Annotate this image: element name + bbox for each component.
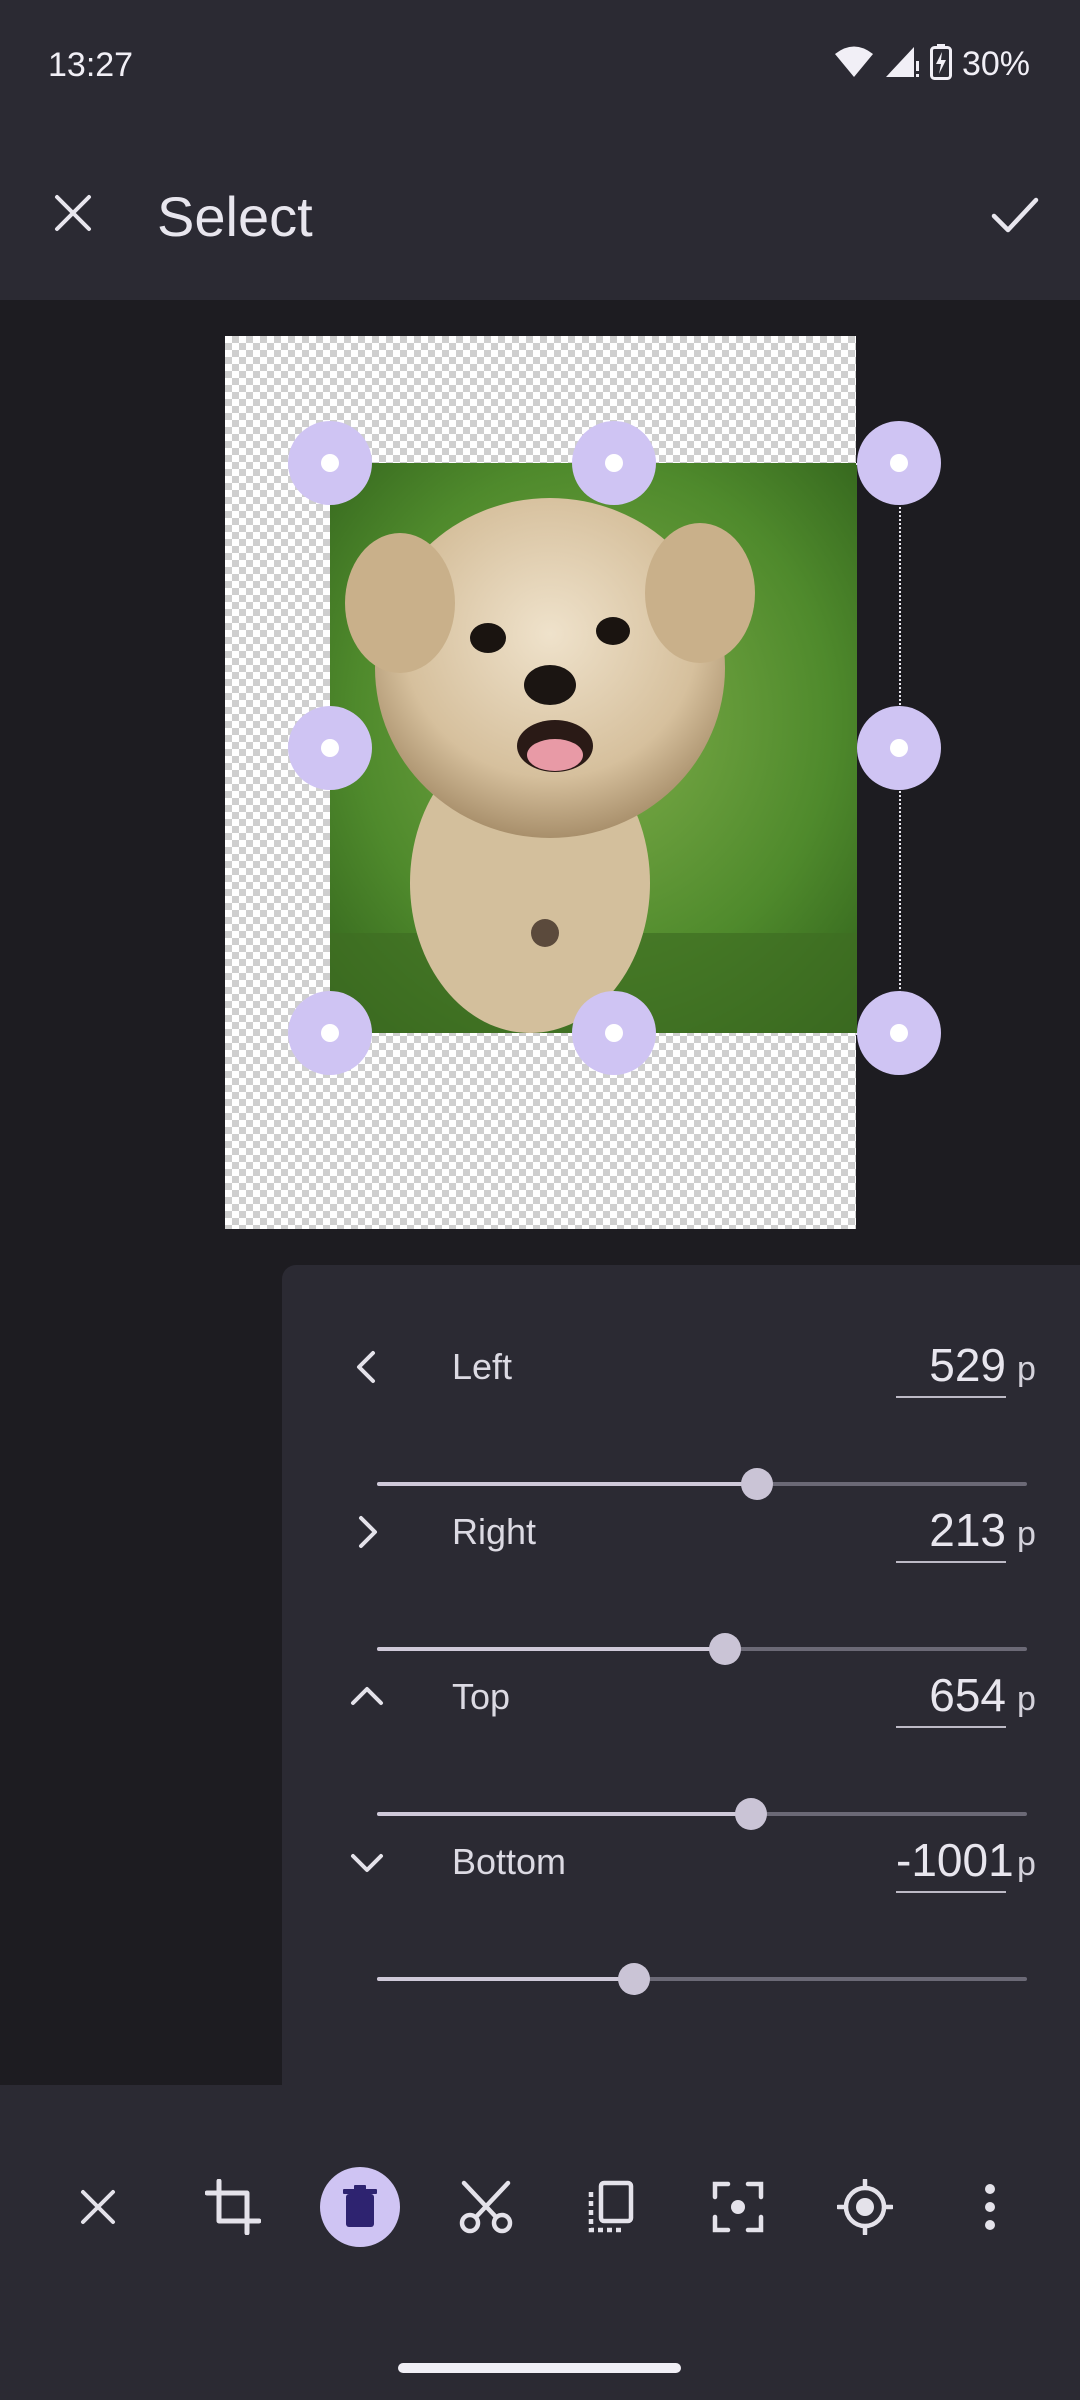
top-value-input[interactable]: 654 [896,1668,1006,1728]
handle-bottom-right[interactable] [857,991,941,1075]
close-button[interactable] [40,180,106,246]
cancel-tool-button[interactable] [58,2167,138,2247]
crop-icon [205,2179,261,2235]
target-icon [837,2179,893,2235]
wifi-icon [834,45,874,84]
status-icons: 30% [834,42,1030,86]
handle-middle-left[interactable] [288,706,372,790]
selection-adjust-panel: Left 529 p Right 213 p Top 654 p Bottom … [282,1265,1080,2145]
bottom-value-input[interactable]: -1001 [896,1833,1014,1893]
check-icon [991,197,1039,233]
battery-charging-icon [929,43,952,85]
handle-top-center[interactable] [572,421,656,505]
confirm-button[interactable] [980,180,1050,250]
cut-icon [459,2180,513,2234]
bottom-slider-fill [377,1977,634,1981]
row-top: Top 654 p [282,1650,1080,1830]
more-vertical-icon [985,2184,995,2230]
target-tool-button[interactable] [825,2167,905,2247]
top-unit: p [1017,1680,1036,1718]
handle-middle-right[interactable] [857,706,941,790]
delete-tool-button[interactable] [320,2167,400,2247]
home-indicator[interactable] [398,2363,681,2373]
copy-icon [588,2180,634,2233]
crop-tool-button[interactable] [193,2167,273,2247]
row-right: Right 213 p [282,1485,1080,1665]
chevron-up-icon[interactable] [342,1672,392,1722]
right-unit: p [1017,1515,1036,1553]
signal-icon [884,45,920,84]
right-label: Right [452,1511,537,1552]
close-icon [55,195,91,231]
app-bar: Select [0,130,1080,300]
battery-percent: 30% [961,44,1030,83]
delete-icon [343,2185,377,2227]
handle-top-left[interactable] [288,421,372,505]
top-label: Top [452,1676,511,1717]
bottom-unit: p [1017,1845,1036,1883]
close-icon [81,2190,115,2224]
handle-bottom-left[interactable] [288,991,372,1075]
status-time: 13:27 [48,46,134,84]
page-title: Select [157,185,313,248]
row-left: Left 529 p [282,1320,1080,1500]
bottom-slider[interactable] [377,1963,1027,1995]
handle-bottom-center[interactable] [572,991,656,1075]
row-bottom: Bottom -1001 p [282,1815,1080,1995]
focus-icon [712,2181,764,2233]
right-value-input[interactable]: 213 [896,1503,1006,1563]
left-value-input[interactable]: 529 [896,1338,1006,1398]
status-bar: 13:27 30% [0,0,1080,130]
handle-top-right[interactable] [857,421,941,505]
focus-tool-button[interactable] [698,2167,778,2247]
chevron-right-icon[interactable] [342,1507,392,1557]
bottom-label: Bottom [452,1841,567,1882]
bottom-toolbar [0,2085,1080,2400]
left-label: Left [452,1346,513,1387]
chevron-down-icon[interactable] [342,1837,392,1887]
bottom-slider-thumb[interactable] [617,1963,650,1995]
dog-photo [330,463,857,1033]
chevron-left-icon[interactable] [342,1342,392,1392]
cut-tool-button[interactable] [446,2167,526,2247]
left-unit: p [1017,1350,1036,1388]
more-options-button[interactable] [950,2167,1030,2247]
copy-tool-button[interactable] [570,2167,650,2247]
